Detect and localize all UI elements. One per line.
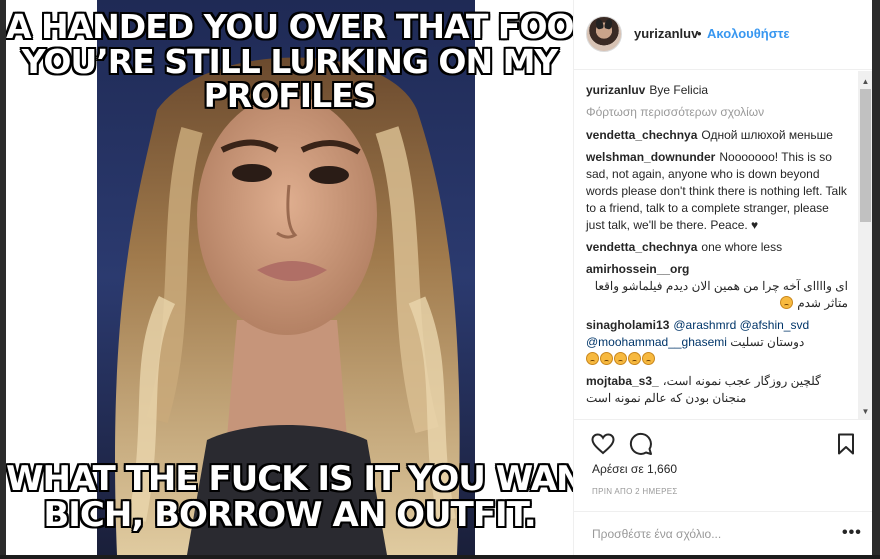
more-options-icon[interactable]: •••	[842, 525, 862, 541]
scroll-up-arrow-icon[interactable]: ▲	[858, 75, 872, 89]
post-image[interactable]: A HANDED YOU OVER THAT FOOL AND YOU’RE S…	[6, 0, 573, 555]
scrollbar-thumb[interactable]	[860, 89, 871, 222]
comment-item: mojtaba_s3_ گلچین روزگار عجب نمونه است، م…	[586, 373, 848, 407]
sad-face-emoji-icon	[628, 352, 641, 365]
header-username[interactable]: yurizanluv	[634, 26, 698, 41]
sad-face-emoji-icon	[586, 352, 599, 365]
mention-link[interactable]: @moohammad__ghasemi	[586, 335, 727, 349]
comment-item: vendetta_chechnya Одной шлюхой меньше	[586, 127, 848, 144]
sad-face-emoji-icon	[779, 296, 793, 309]
comment-bubble-icon[interactable]	[629, 432, 653, 456]
comment-item: vendetta_chechnya one whore less	[586, 239, 848, 256]
post-timestamp: ΠΡΙΝ ΑΠΟ 2 ΗΜΕΡΕΣ	[592, 487, 678, 496]
instagram-post: A HANDED YOU OVER THAT FOOL AND YOU’RE S…	[6, 0, 872, 555]
comment-username[interactable]: vendetta_chechnya	[586, 128, 697, 142]
caption-text: Bye Felicia	[649, 83, 709, 97]
meme-bottom-text: WHAT THE FUCK IS IT YOU WANT BICH, BORRO…	[6, 459, 573, 535]
comment-username[interactable]: vendetta_chechnya	[586, 240, 697, 254]
comments-list[interactable]: yurizanluv Bye Felicia Φόρτωση περισσότερ…	[574, 71, 872, 419]
sad-face-emoji-icon	[642, 352, 655, 365]
comment-text: دوستان تسلیت	[730, 335, 805, 349]
window-bottom-edge	[0, 555, 880, 559]
scroll-down-arrow-icon[interactable]: ▼	[858, 405, 872, 419]
comment-username[interactable]: mojtaba_s3_	[586, 374, 659, 388]
meme-top-line: PROFILES	[203, 76, 378, 116]
mention-link[interactable]: @afshin_svd	[740, 318, 810, 332]
heart-icon[interactable]	[591, 432, 615, 456]
comment-text-body: ای واااای آخه چرا من همین الان دیدم فیلم…	[594, 279, 848, 310]
comment-text: Одной шлюхой меньше	[701, 128, 833, 142]
comment-text: one whore less	[701, 240, 783, 254]
comment-text: ای واااای آخه چرا من همین الان دیدم فیلم…	[586, 278, 848, 312]
action-bar: Αρέσει σε 1,660 ΠΡΙΝ ΑΠΟ 2 ΗΜΕΡΕΣ	[574, 419, 872, 511]
likes-count[interactable]: Αρέσει σε 1,660	[592, 462, 677, 476]
comment-item: sinagholami13 @arashmrd @afshin_svd @mooh…	[586, 317, 848, 368]
mention-link[interactable]: @arashmrd	[673, 318, 736, 332]
comments-scrollbar[interactable]: ▲ ▼	[858, 71, 872, 419]
separator-dot: •	[697, 26, 702, 41]
post-header: yurizanluv • Ακολουθήστε	[574, 0, 872, 70]
meme-top-line: A HANDED YOU OVER THAT FOOL AND	[6, 7, 573, 46]
comment-username[interactable]: amirhossein__org	[586, 262, 689, 276]
bookmark-icon[interactable]	[834, 432, 858, 456]
add-comment-bar: •••	[574, 511, 872, 555]
comment-input[interactable]	[592, 524, 832, 544]
post-side-panel: yurizanluv • Ακολουθήστε yurizanluv Bye F…	[573, 0, 872, 555]
sad-face-emoji-icon	[600, 352, 613, 365]
meme-bottom-line: BICH, BORROW AN OUTFIT.	[42, 494, 537, 535]
caption-username[interactable]: yurizanluv	[586, 83, 645, 97]
comment-item: welshman_downunder Nooooooo! This is so s…	[586, 149, 848, 234]
comment-username[interactable]: welshman_downunder	[586, 150, 715, 164]
avatar[interactable]	[586, 16, 622, 52]
caption: yurizanluv Bye Felicia	[586, 82, 848, 99]
load-more-comments-link[interactable]: Φόρτωση περισσότερων σχολίων	[586, 105, 848, 119]
meme-top-line: YOU’RE STILL LURKING ON MY	[21, 41, 560, 81]
sad-face-emoji-icon	[614, 352, 627, 365]
follow-button[interactable]: Ακολουθήστε	[707, 26, 790, 41]
comment-username[interactable]: sinagholami13	[586, 318, 669, 332]
comment-item: amirhossein__org ای واااای آخه چرا من هم…	[586, 261, 848, 312]
meme-bottom-line: WHAT THE FUCK IS IT YOU WANT	[6, 459, 573, 499]
meme-top-text: A HANDED YOU OVER THAT FOOL AND YOU’RE S…	[6, 7, 573, 116]
